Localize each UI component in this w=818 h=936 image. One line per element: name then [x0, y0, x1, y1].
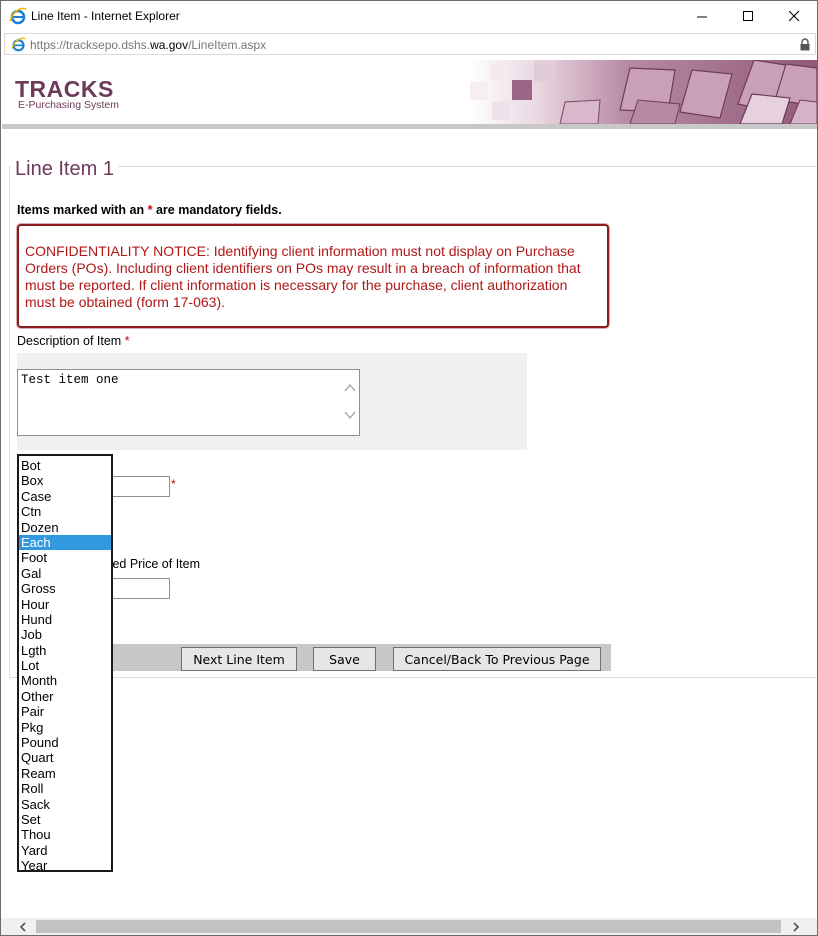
- lock-icon: [800, 38, 810, 51]
- scroll-left-icon: [19, 922, 26, 932]
- unit-option[interactable]: Job: [19, 627, 111, 642]
- url-text: https://tracksepo.dshs.wa.gov/LineItem.a…: [30, 38, 267, 52]
- unit-option[interactable]: Ream: [19, 766, 111, 781]
- maximize-button[interactable]: [725, 1, 771, 31]
- close-button[interactable]: [771, 1, 817, 31]
- scroll-down-icon[interactable]: [344, 411, 356, 420]
- unit-option[interactable]: Year: [19, 858, 111, 870]
- cancel-back-button[interactable]: Cancel/Back To Previous Page: [393, 647, 601, 671]
- unit-option[interactable]: Gross: [19, 581, 111, 596]
- unit-option[interactable]: Sack: [19, 797, 111, 812]
- description-label: Description of Item *: [17, 334, 130, 348]
- scroll-up-icon[interactable]: [344, 383, 356, 392]
- unit-option[interactable]: Quart: [19, 750, 111, 765]
- confidentiality-notice: CONFIDENTIALITY NOTICE: Identifying clie…: [17, 224, 609, 328]
- horizontal-scrollbar[interactable]: [0, 918, 818, 936]
- ie-site-icon: [11, 37, 26, 52]
- mandatory-note: Items marked with an * are mandatory fie…: [17, 203, 282, 217]
- page-title: Line Item 1: [11, 158, 118, 181]
- quantity-input[interactable]: [109, 476, 170, 497]
- unit-option[interactable]: Lot: [19, 658, 111, 673]
- save-button[interactable]: Save: [313, 647, 376, 671]
- unit-option[interactable]: Pound: [19, 735, 111, 750]
- estimated-price-label: ted Price of Item: [109, 557, 201, 571]
- site-banner: TRACKS E-Purchasing System: [2, 60, 817, 124]
- unit-option[interactable]: Box: [19, 473, 111, 488]
- confidentiality-notice-text: CONFIDENTIALITY NOTICE: Identifying clie…: [25, 243, 581, 310]
- url-field[interactable]: https://tracksepo.dshs.wa.gov/LineItem.a…: [4, 33, 816, 55]
- unit-option[interactable]: Ctn: [19, 504, 111, 519]
- scroll-right-button[interactable]: [787, 919, 804, 935]
- unit-option[interactable]: Hour: [19, 597, 111, 612]
- page-viewport: TRACKS E-Purchasing System Line Item 1 I…: [0, 58, 818, 918]
- address-bar: https://tracksepo.dshs.wa.gov/LineItem.a…: [0, 31, 818, 58]
- quantity-required-star: *: [171, 477, 176, 491]
- unit-option[interactable]: Yard: [19, 843, 111, 858]
- minimize-button[interactable]: [679, 1, 725, 31]
- keyboard-banner-image: [470, 60, 817, 124]
- scrollbar-thumb[interactable]: [36, 920, 781, 933]
- unit-option[interactable]: Thou: [19, 827, 111, 842]
- unit-option[interactable]: Case: [19, 489, 111, 504]
- window-title: Line Item - Internet Explorer: [31, 9, 180, 23]
- minimize-icon: [696, 16, 707, 17]
- next-line-item-button[interactable]: Next Line Item: [181, 647, 297, 671]
- unit-option[interactable]: Pair: [19, 704, 111, 719]
- estimated-price-input[interactable]: [109, 578, 170, 599]
- banner-divider: [2, 124, 817, 129]
- window-titlebar: Line Item - Internet Explorer: [0, 0, 818, 31]
- unit-option[interactable]: Gal: [19, 566, 111, 581]
- unit-option[interactable]: Lgth: [19, 643, 111, 658]
- unit-option[interactable]: Dozen: [19, 520, 111, 535]
- scroll-left-button[interactable]: [14, 919, 31, 935]
- maximize-icon: [742, 10, 753, 21]
- unit-option[interactable]: Other: [19, 689, 111, 704]
- logo-subtitle: E-Purchasing System: [18, 99, 119, 111]
- unit-option[interactable]: Roll: [19, 781, 111, 796]
- unit-option[interactable]: Bot: [19, 458, 111, 473]
- unit-option[interactable]: Set: [19, 812, 111, 827]
- scroll-right-icon: [792, 922, 799, 932]
- close-icon: [788, 10, 799, 21]
- unit-option[interactable]: Pkg: [19, 720, 111, 735]
- unit-option[interactable]: Month: [19, 673, 111, 688]
- unit-option[interactable]: Hund: [19, 612, 111, 627]
- ie-logo-icon: [9, 7, 27, 25]
- description-textarea[interactable]: Test item one: [17, 369, 360, 436]
- required-star: *: [124, 334, 130, 348]
- unit-dropdown-list[interactable]: Bot Box Case Ctn Dozen Each Foot Gal Gross Hour Hu…: [17, 454, 113, 872]
- unit-option[interactable]: Foot: [19, 550, 111, 565]
- unit-option[interactable]: Each: [19, 534, 111, 551]
- textarea-scrollbar[interactable]: [341, 370, 359, 435]
